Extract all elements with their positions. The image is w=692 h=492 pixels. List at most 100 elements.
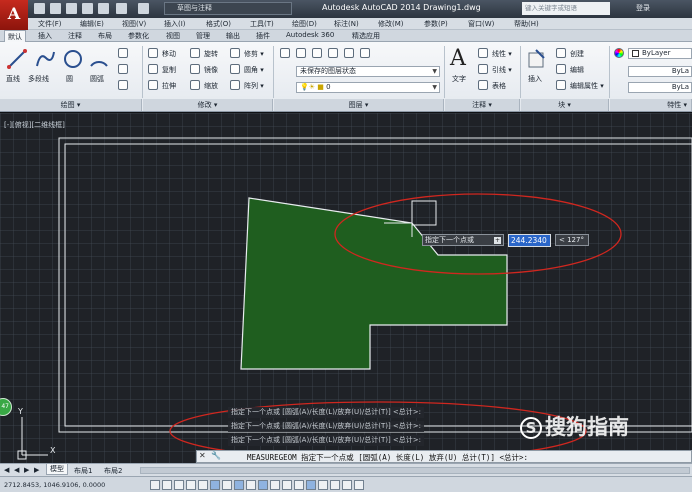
angle-input[interactable]: < 127° bbox=[555, 234, 589, 246]
menu-draw[interactable]: 绘图(D) bbox=[292, 19, 317, 29]
array-label[interactable]: 阵列 ▾ bbox=[244, 81, 264, 91]
workspace-dropdown[interactable]: 草图与注释 bbox=[164, 2, 292, 15]
tab-output[interactable]: 输出 bbox=[226, 31, 240, 41]
snap-mode-icon[interactable] bbox=[162, 480, 172, 490]
stretch-icon[interactable] bbox=[148, 80, 158, 90]
edit-attributes-label[interactable]: 编辑属性 ▾ bbox=[570, 81, 604, 91]
text-label[interactable]: 文字 bbox=[452, 74, 466, 84]
layer-tool-icon[interactable] bbox=[344, 48, 354, 58]
close-icon[interactable]: ✕ bbox=[199, 451, 206, 460]
rotate-icon[interactable] bbox=[190, 48, 200, 58]
object-snap-tracking-icon[interactable] bbox=[234, 480, 244, 490]
trim-label[interactable]: 修剪 ▾ bbox=[244, 49, 264, 59]
copy-label[interactable]: 复制 bbox=[162, 65, 176, 75]
leader-label[interactable]: 引线 ▾ bbox=[492, 65, 512, 75]
tab-layout2[interactable]: 布局2 bbox=[104, 466, 122, 476]
login-button[interactable]: 登录 bbox=[636, 3, 650, 13]
properties-panel-title[interactable]: 特性 ▾ bbox=[610, 99, 692, 111]
color-dropdown[interactable]: ByLayer bbox=[628, 48, 692, 59]
tab-featured-apps[interactable]: 精选应用 bbox=[352, 31, 380, 41]
insert-block-icon[interactable] bbox=[526, 48, 548, 70]
layer-tool-icon[interactable] bbox=[360, 48, 370, 58]
tab-model[interactable]: 模型 bbox=[46, 464, 68, 475]
create-label[interactable]: 创建 bbox=[570, 49, 584, 59]
linear-label[interactable]: 线性 ▾ bbox=[492, 49, 512, 59]
edit-block-icon[interactable] bbox=[556, 64, 566, 74]
annotation-panel-title[interactable]: 注释 ▾ bbox=[445, 99, 520, 111]
line-tool-icon[interactable] bbox=[6, 48, 28, 70]
tab-default[interactable]: 默认 bbox=[4, 30, 26, 42]
last-tab-arrow-icon[interactable]: ▶ bbox=[34, 466, 39, 474]
menu-help[interactable]: 帮助(H) bbox=[514, 19, 539, 29]
menu-dimension[interactable]: 标注(N) bbox=[334, 19, 359, 29]
menu-view[interactable]: 视图(V) bbox=[122, 19, 146, 29]
tab-parametric[interactable]: 参数化 bbox=[128, 31, 149, 41]
layer-tool-icon[interactable] bbox=[296, 48, 306, 58]
rectangle-tool-icon[interactable] bbox=[118, 48, 128, 58]
menu-insert[interactable]: 插入(I) bbox=[164, 19, 186, 29]
tab-autodesk-360[interactable]: Autodesk 360 bbox=[286, 31, 334, 39]
menu-tools[interactable]: 工具(T) bbox=[250, 19, 274, 29]
draw-panel-title[interactable]: 绘图 ▾ bbox=[0, 99, 142, 111]
fillet-icon[interactable] bbox=[230, 64, 240, 74]
layer-tool-icon[interactable] bbox=[328, 48, 338, 58]
layer-tool-icon[interactable] bbox=[312, 48, 322, 58]
menu-modify[interactable]: 修改(M) bbox=[378, 19, 404, 29]
edit-attributes-icon[interactable] bbox=[556, 80, 566, 90]
tab-annotate[interactable]: 注释 bbox=[68, 31, 82, 41]
menu-edit[interactable]: 编辑(E) bbox=[80, 19, 104, 29]
distance-input[interactable]: 244.2340 bbox=[508, 234, 551, 247]
tab-view[interactable]: 视图 bbox=[166, 31, 180, 41]
selection-cycling-icon[interactable] bbox=[306, 480, 316, 490]
mirror-icon[interactable] bbox=[190, 64, 200, 74]
drawing-canvas[interactable]: [-][俯视][二维线框] X Y 指定下一个点或 + 244.2340 < 1… bbox=[0, 113, 692, 463]
quick-properties-icon[interactable] bbox=[294, 480, 304, 490]
annotation-monitor-icon[interactable] bbox=[318, 480, 328, 490]
open-file-icon[interactable] bbox=[50, 3, 61, 14]
text-tool-icon[interactable]: A bbox=[450, 46, 466, 71]
tab-manage[interactable]: 管理 bbox=[196, 31, 210, 41]
layer-properties-icon[interactable] bbox=[280, 48, 290, 58]
save-icon[interactable] bbox=[66, 3, 77, 14]
command-line[interactable]: ✕ 🔧 MEASUREGEOM 指定下一个点或 [圆弧(A) 长度(L) 放弃(… bbox=[196, 450, 692, 463]
linetype-dropdown[interactable]: ByLa bbox=[628, 66, 692, 77]
arc-tool-icon[interactable] bbox=[88, 48, 110, 70]
table-label[interactable]: 表格 bbox=[492, 81, 506, 91]
new-file-icon[interactable] bbox=[34, 3, 45, 14]
create-block-icon[interactable] bbox=[556, 48, 566, 58]
prev-tab-arrow-icon[interactable]: ◀ bbox=[14, 466, 19, 474]
grid-display-icon[interactable] bbox=[174, 480, 184, 490]
save-as-icon[interactable] bbox=[82, 3, 93, 14]
block-panel-title[interactable]: 块 ▾ bbox=[521, 99, 609, 111]
ellipse-tool-icon[interactable] bbox=[118, 64, 128, 74]
menu-window[interactable]: 窗口(W) bbox=[468, 19, 494, 29]
mirror-label[interactable]: 镜像 bbox=[204, 65, 218, 75]
expand-options-icon[interactable]: + bbox=[494, 237, 501, 244]
autocad-logo-button[interactable]: A bbox=[0, 0, 28, 30]
dynamic-input-icon[interactable] bbox=[258, 480, 268, 490]
tab-layout[interactable]: 布局 bbox=[98, 31, 112, 41]
color-picker-icon[interactable] bbox=[614, 48, 624, 58]
tab-layout1[interactable]: 布局1 bbox=[74, 466, 92, 476]
move-icon[interactable] bbox=[148, 48, 158, 58]
infer-constraints-icon[interactable] bbox=[150, 480, 160, 490]
next-tab-arrow-icon[interactable]: ▶ bbox=[24, 466, 29, 474]
horizontal-scrollbar[interactable] bbox=[140, 467, 690, 474]
fillet-label[interactable]: 圆角 ▾ bbox=[244, 65, 264, 75]
scale-label[interactable]: 缩放 bbox=[204, 81, 218, 91]
lineweight-dropdown[interactable]: ByLa bbox=[628, 82, 692, 93]
stretch-label[interactable]: 拉伸 bbox=[162, 81, 176, 91]
insert-label[interactable]: 插入 bbox=[528, 74, 542, 84]
array-icon[interactable] bbox=[230, 80, 240, 90]
layers-panel-title[interactable]: 图层 ▾ bbox=[274, 99, 444, 111]
copy-icon[interactable] bbox=[148, 64, 158, 74]
workspace-switch-icon[interactable] bbox=[342, 480, 352, 490]
redo-icon[interactable] bbox=[138, 3, 149, 14]
lineweight-icon[interactable] bbox=[270, 480, 280, 490]
trim-icon[interactable] bbox=[230, 48, 240, 58]
polyline-tool-icon[interactable] bbox=[34, 48, 56, 70]
linear-dimension-icon[interactable] bbox=[478, 48, 488, 58]
tab-plugins[interactable]: 插件 bbox=[256, 31, 270, 41]
menu-format[interactable]: 格式(O) bbox=[206, 19, 231, 29]
table-icon[interactable] bbox=[478, 80, 488, 90]
